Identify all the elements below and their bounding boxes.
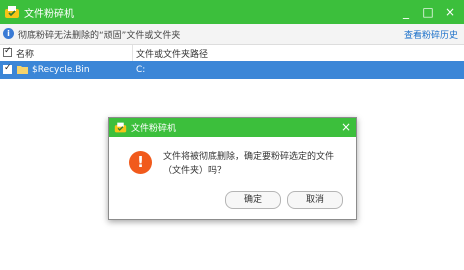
cancel-button[interactable]: 取消	[287, 191, 343, 209]
column-header-path[interactable]: 文件或文件夹路径	[136, 47, 208, 60]
select-all-checkbox[interactable]	[3, 46, 12, 57]
dialog-title: 文件粉碎机	[131, 124, 177, 134]
confirm-dialog: 文件粉碎机 × ! 文件将被彻底删除，确定要粉碎选定的文件（文件夹）吗？ 确定 …	[108, 117, 357, 220]
maximize-button[interactable]: □	[418, 2, 438, 22]
dialog-close-button[interactable]: ×	[341, 118, 351, 137]
table-row[interactable]: $Recycle.Bin C:	[0, 61, 464, 79]
minimize-button[interactable]: _	[396, 2, 416, 22]
dialog-message: 文件将被彻底删除，确定要粉碎选定的文件（文件夹）吗？	[163, 152, 335, 176]
row-checkbox[interactable]	[3, 63, 12, 74]
row-name: $Recycle.Bin	[32, 65, 90, 75]
row-path: C:	[136, 65, 146, 75]
shredder-logo-icon	[114, 122, 127, 133]
info-icon: i	[3, 28, 14, 39]
info-text: 彻底粉碎无法删除的“顽固”文件或文件夹	[18, 31, 181, 41]
info-bar: i 彻底粉碎无法删除的“顽固”文件或文件夹 查看粉碎历史	[0, 24, 464, 45]
view-history-link[interactable]: 查看粉碎历史	[404, 28, 458, 41]
column-header-name[interactable]: 名称	[16, 47, 34, 60]
folder-icon	[17, 66, 28, 74]
column-divider[interactable]	[132, 45, 133, 61]
window-titlebar: 文件粉碎机 _ □ ×	[0, 0, 464, 24]
close-button[interactable]: ×	[440, 2, 460, 22]
shredder-logo-icon	[5, 6, 19, 18]
ok-button[interactable]: 确定	[225, 191, 281, 209]
window-title: 文件粉碎机	[24, 9, 74, 20]
warning-icon: !	[129, 151, 152, 174]
dialog-titlebar: 文件粉碎机 ×	[109, 118, 356, 137]
table-header: 名称 文件或文件夹路径	[0, 45, 464, 62]
